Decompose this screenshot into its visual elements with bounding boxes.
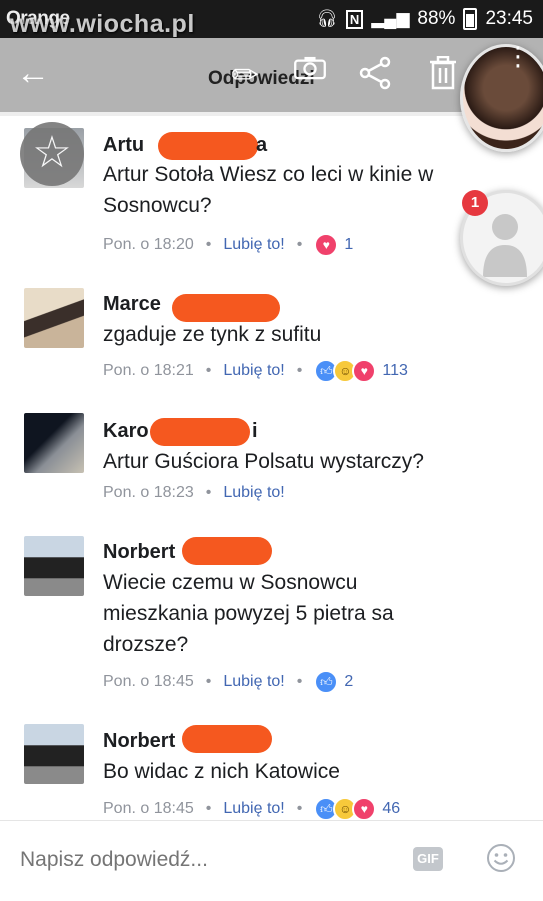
battery-percent: 88% <box>417 8 456 29</box>
reaction-count[interactable]: 46 <box>382 800 400 818</box>
status-icons: 🎧︎ N ▂▄▆ 88% 23:45 <box>316 8 533 30</box>
like-button[interactable]: Lubię to! <box>223 236 284 254</box>
more-options-icon[interactable]: ⋮ <box>505 43 531 69</box>
reactions[interactable]: 👍︎ ☺ ♥ <box>314 797 377 821</box>
emoji-icon[interactable] <box>486 843 516 873</box>
reaction-count[interactable]: 2 <box>344 673 353 691</box>
like-button[interactable]: Lubię to! <box>223 484 284 502</box>
comment-text: Wiecie czemu w Sosnowcu mieszkania powyz… <box>103 571 394 656</box>
comment-meta: Pon. o 18:20 • Lubię to! • ♥ 1 <box>103 233 353 257</box>
love-reaction-icon: ♥ <box>352 797 377 821</box>
edit-icon[interactable]: ✎ <box>222 52 268 98</box>
redaction-mark <box>158 132 258 160</box>
comment-author[interactable]: Norbert <box>103 541 175 564</box>
comment-time: Pon. o 18:45 <box>103 673 194 690</box>
comment-text: Artur Sotoła Wiesz co leci w kinie w Sos… <box>103 163 434 217</box>
comment-author[interactable]: Karo <box>103 420 149 443</box>
person-placeholder-icon <box>483 214 527 277</box>
comment-time: Pon. o 18:23 <box>103 484 194 501</box>
reactions[interactable]: 👍︎ <box>314 670 339 694</box>
like-reaction-icon: 👍︎ <box>314 670 339 694</box>
redaction-mark <box>150 418 250 446</box>
comment-time: Pon. o 18:20 <box>103 236 194 253</box>
redaction-mark <box>172 294 280 322</box>
like-button[interactable]: Lubię to! <box>223 362 284 380</box>
avatar[interactable] <box>24 413 84 473</box>
comment-meta: Pon. o 18:23 • Lubię to! <box>103 484 285 502</box>
watermark: www.wiocha.pl <box>10 10 195 38</box>
comment-author[interactable]: Marce <box>103 293 161 316</box>
headphones-icon: 🎧︎ <box>316 9 338 28</box>
comment-meta: Pon. o 18:45 • Lubię to! • 👍︎ 2 <box>103 670 353 694</box>
comment-text: Artur Guściora Polsatu wystarczy? <box>103 450 424 473</box>
like-button[interactable]: Lubię to! <box>223 673 284 691</box>
avatar[interactable] <box>24 536 84 596</box>
reaction-count[interactable]: 1 <box>344 236 353 254</box>
reactions[interactable]: 👍︎ ☺ ♥ <box>314 359 377 383</box>
redaction-mark <box>182 537 272 565</box>
status-bar: Orange www.wiocha.pl 🎧︎ N ▂▄▆ 88% 23:45 <box>0 0 543 38</box>
comment-author[interactable]: Norbert <box>103 730 175 753</box>
comment-meta: Pon. o 18:45 • Lubię to! • 👍︎ ☺ ♥ 46 <box>103 797 400 821</box>
comment-author-suffix: i <box>252 420 258 442</box>
comment-time: Pon. o 18:21 <box>103 362 194 379</box>
reaction-count[interactable]: 113 <box>382 362 408 380</box>
comment-text: Bo widac z nich Katowice <box>103 760 340 783</box>
arrow-left-icon[interactable]: ← <box>16 54 50 93</box>
trash-icon[interactable] <box>428 56 458 90</box>
comment-text: zgaduje ze tynk z sufitu <box>103 323 322 346</box>
comment-meta: Pon. o 18:21 • Lubię to! • 👍︎ ☺ ♥ 113 <box>103 359 408 383</box>
love-reaction-icon: ♥ <box>352 359 377 383</box>
avatar[interactable] <box>24 724 84 784</box>
camera-icon[interactable] <box>292 56 328 80</box>
love-reaction-icon: ♥ <box>314 233 339 257</box>
comment-author[interactable]: Artu <box>103 134 144 157</box>
comment-time: Pon. o 18:45 <box>103 800 194 817</box>
redaction-mark <box>182 725 272 753</box>
reply-composer: GIF <box>0 820 543 901</box>
notification-badge: 1 <box>462 190 488 216</box>
avatar[interactable] <box>24 288 84 348</box>
reactions[interactable]: ♥ <box>314 233 339 257</box>
nfc-icon: N <box>345 9 364 29</box>
clock: 23:45 <box>485 8 533 29</box>
comment-author-suffix: a <box>256 134 268 156</box>
share-icon[interactable] <box>358 56 392 90</box>
star-icon[interactable]: ☆ <box>20 122 84 186</box>
signal-icon: ▂▄▆ <box>371 9 410 28</box>
gif-button[interactable]: GIF <box>413 847 443 871</box>
reply-input[interactable] <box>18 847 382 873</box>
battery-icon <box>463 8 478 30</box>
like-button[interactable]: Lubię to! <box>223 800 284 818</box>
